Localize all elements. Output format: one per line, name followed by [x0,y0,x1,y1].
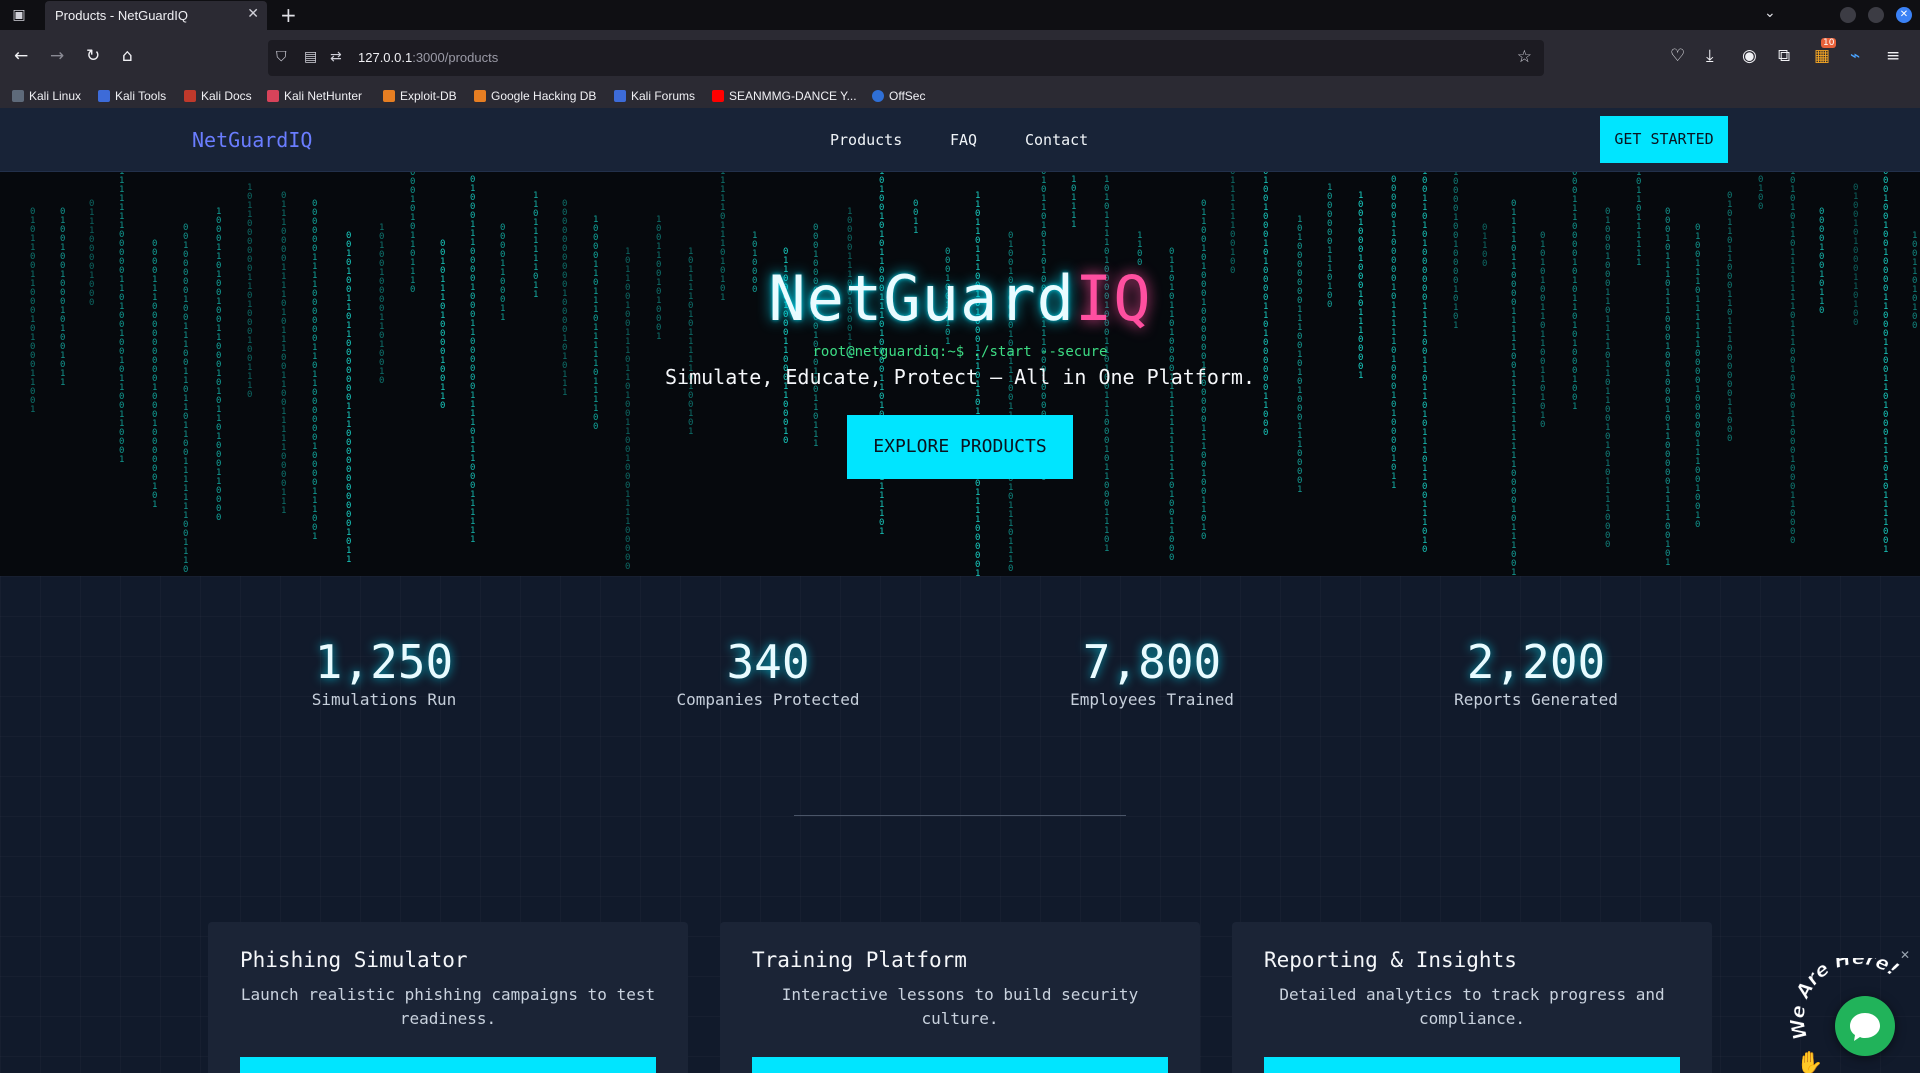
bookmark-youtube[interactable]: SEANMMG-DANCE Y... [712,89,857,103]
url-bar[interactable]: ⛉ ▤ ⇄ 127.0.0.1:3000/products ☆ [268,40,1544,76]
svg-text:011111100100: 011111100100 [1230,172,1235,276]
tab-title: Products - NetGuardIQ [55,8,188,23]
main-section: 1,250 Simulations Run 340 Companies Prot… [0,576,1920,1073]
pocket-icon[interactable]: ♡ [1670,46,1685,66]
forward-arrow-icon[interactable]: → [50,46,64,66]
hero-title-accent: IQ [1074,262,1152,335]
nav-faq-link[interactable]: FAQ [950,131,977,149]
ghdb-icon [474,90,486,102]
stat-value: 1,250 [314,635,454,689]
app-menu-icon[interactable]: ≡ [1886,46,1900,66]
bookmark-kali-forums[interactable]: Kali Forums [614,89,695,103]
account-icon[interactable]: ◉ [1742,46,1757,66]
bookmark-exploit-db[interactable]: Exploit-DB [383,89,457,103]
tab-close-icon[interactable]: ✕ [247,6,259,22]
svg-text:0011: 0011 [913,199,918,236]
chat-launcher-button[interactable] [1835,996,1895,1056]
svg-text:000100100100001100011001101000: 0001001001000011000110011010001110101111… [1883,172,1888,555]
extensions-icon[interactable]: ⧉ [1778,46,1790,66]
offsec-icon [872,90,884,102]
minimize-window-button[interactable] [1840,7,1856,23]
nethunter-icon [267,90,279,102]
downloads-icon[interactable]: ⤓ [1706,46,1714,66]
product-card-phishing: Phishing Simulator Launch realistic phis… [208,922,688,1073]
bookmark-kali-nethunter[interactable]: Kali NetHunter [267,89,362,103]
bookmark-google-hacking-db[interactable]: Google Hacking DB [474,89,596,103]
new-tab-button[interactable]: + [280,3,297,27]
browser-tab-active[interactable]: Products - NetGuardIQ ✕ [45,1,267,30]
hero-title-main: NetGuard [768,262,1075,335]
stat-employees: 7,800 Employees Trained [1022,636,1282,709]
card-action-button[interactable] [1264,1057,1680,1073]
svg-text:010001110000100011000000111101: 0100011100001000110000001111011100011111… [470,175,475,545]
youtube-icon [712,90,724,102]
stat-value: 7,800 [1082,635,1222,689]
card-title: Reporting & Insights [1264,948,1517,972]
stat-label: Reports Generated [1454,690,1618,709]
kali-tools-icon [98,90,110,102]
card-description: Interactive lessons to build security cu… [781,985,1139,1028]
tab-list-icon[interactable]: ▣ [8,5,30,25]
section-divider [794,815,1126,816]
kali-extension-icon[interactable]: ⌁ [1850,46,1860,66]
bookmark-kali-docs[interactable]: Kali Docs [184,89,252,103]
svg-text:010110111111: 010110111111 [1636,172,1641,268]
url-text[interactable]: 127.0.0.1:3000/products [358,50,498,65]
exploit-db-icon [383,90,395,102]
product-card-training: Training Platform Interactive lessons to… [720,922,1200,1073]
nav-contact-link[interactable]: Contact [1025,131,1088,149]
extension-badge-count: 10 [1821,38,1837,48]
nav-products-link[interactable]: Products [830,131,902,149]
hero-title: NetGuardIQ [0,262,1920,335]
back-arrow-icon[interactable]: ← [14,46,28,66]
svg-text:0001000010001010110110111: 0001000010001010110110111 [813,223,818,449]
shield-icon[interactable]: ⛉ [276,49,287,65]
card-description: Detailed analytics to track progress and… [1279,985,1665,1028]
stat-reports: 2,200 Reports Generated [1406,636,1666,709]
card-action-button[interactable] [240,1057,656,1073]
stat-value: 2,200 [1466,635,1606,689]
stat-label: Simulations Run [311,690,457,709]
svg-text:0100: 0100 [1758,175,1763,212]
explore-products-button[interactable]: EXPLORE PRODUCTS [847,415,1073,479]
permissions-icon[interactable]: ⇄ [330,49,342,65]
browser-nav-bar: ← → ↻ ⌂ ⛉ ▤ ⇄ 127.0.0.1:3000/products ☆ … [0,30,1920,86]
svg-text:101111: 101111 [1071,175,1076,230]
waving-hand-icon: ✋ [1796,1050,1823,1073]
kali-docs-icon [184,90,196,102]
page-icon: ▤ [304,49,318,65]
hero-section: 0101100110001010001100101001001000101001… [0,172,1920,576]
extension-badge-icon[interactable]: ▦ 10 [1814,38,1837,66]
card-action-button[interactable] [752,1057,1168,1073]
kali-forums-icon [614,90,626,102]
stat-label: Employees Trained [1070,690,1234,709]
home-icon[interactable]: ⌂ [122,46,133,66]
bookmarks-bar: Kali Linux Kali Tools Kali Docs Kali Net… [0,86,1920,108]
stat-value: 340 [726,635,810,689]
browser-tab-bar: ▣ Products - NetGuardIQ ✕ + ⌄ ✕ [0,0,1920,30]
card-description: Launch realistic phishing campaigns to t… [240,985,656,1028]
get-started-button[interactable]: GET STARTED [1600,116,1728,163]
kali-dragon-icon [12,90,24,102]
bookmark-star-icon[interactable]: ☆ [1517,47,1532,67]
stat-label: Companies Protected [676,690,860,709]
bookmark-kali-linux[interactable]: Kali Linux [12,89,81,103]
maximize-window-button[interactable] [1868,7,1884,23]
card-title: Phishing Simulator [240,948,468,972]
svg-text:100110101000000111100110110101: 1001101010000001111001101101011101100111… [1422,172,1427,555]
hero-tagline: Simulate, Educate, Protect — All in One … [664,365,1255,389]
stat-simulations: 1,250 Simulations Run [254,636,514,709]
stat-companies: 340 Companies Protected [638,636,898,709]
bookmark-offsec[interactable]: OffSec [872,89,925,103]
site-header: NetGuardIQ Products FAQ Contact GET STAR… [0,108,1920,172]
site-logo[interactable]: NetGuardIQ [192,128,312,152]
tab-overflow-chevron-icon[interactable]: ⌄ [1764,5,1776,21]
terminal-prompt: root@netguardiq:~$ ./start --secure [812,344,1108,360]
card-title: Training Platform [752,948,967,972]
bookmark-kali-tools[interactable]: Kali Tools [98,89,166,103]
product-card-reporting: Reporting & Insights Detailed analytics … [1232,922,1712,1073]
close-window-button[interactable]: ✕ [1896,7,1912,23]
reload-icon[interactable]: ↻ [86,46,100,66]
chat-bubble-icon [1850,1013,1880,1041]
